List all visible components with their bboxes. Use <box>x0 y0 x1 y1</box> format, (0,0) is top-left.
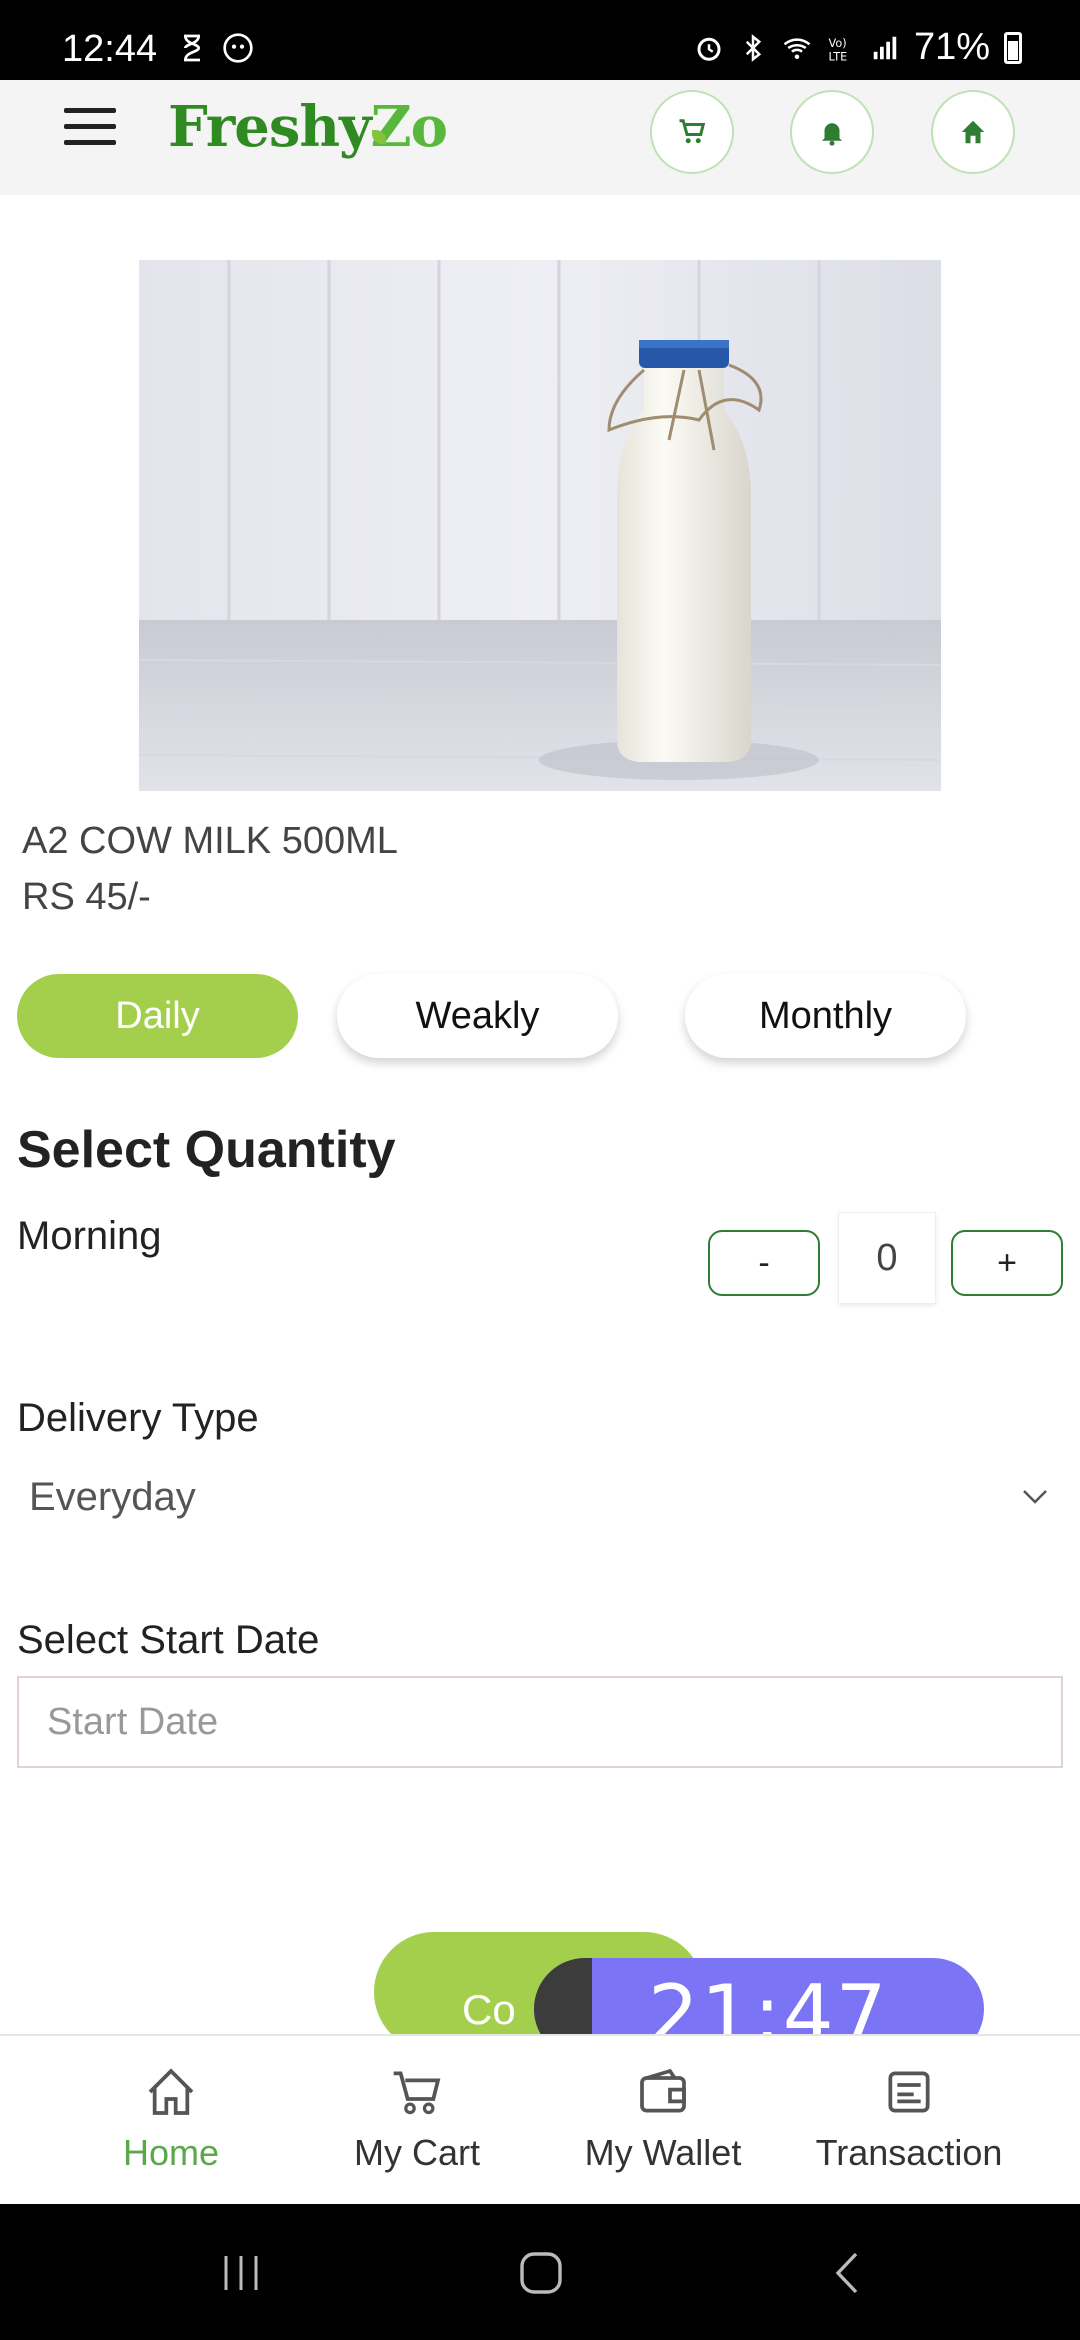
decrement-button[interactable]: - <box>708 1230 820 1296</box>
wifi-icon <box>783 37 811 59</box>
transaction-icon <box>888 2071 930 2113</box>
battery-percentage: 71% <box>913 26 990 68</box>
select-quantity-heading: Select Quantity <box>17 1121 396 1179</box>
svg-text:Vo): Vo) <box>828 36 846 49</box>
milk-bottle-image <box>139 260 941 791</box>
bell-icon <box>822 123 842 146</box>
cart-button[interactable] <box>650 90 734 174</box>
bottom-nav: Home My Cart My Wallet Transaction <box>0 2034 1080 2204</box>
status-left-icons <box>176 32 254 64</box>
cart-icon <box>679 119 706 144</box>
nav-home[interactable]: Home <box>56 2064 286 2174</box>
product-name: A2 COW MILK 500ML <box>22 820 398 862</box>
tab-daily[interactable]: Daily <box>17 974 298 1058</box>
cart-icon <box>393 2071 441 2115</box>
delivery-type-select[interactable]: Everyday <box>17 1462 1063 1532</box>
menu-icon[interactable] <box>64 108 116 148</box>
nav-my-wallet[interactable]: My Wallet <box>548 2064 778 2174</box>
nav-my-cart[interactable]: My Cart <box>302 2064 532 2174</box>
nav-my-cart-label: My Cart <box>354 2132 480 2173</box>
status-time: 12:44 <box>62 28 158 70</box>
bluetooth-icon <box>745 33 762 62</box>
app-logo: FreshyZo <box>168 94 448 160</box>
home-icon <box>961 120 985 144</box>
start-date-input[interactable] <box>17 1676 1063 1768</box>
increment-button[interactable]: + <box>951 1230 1063 1296</box>
chevron-down-icon <box>1023 1490 1047 1504</box>
app-notification-icon <box>223 33 253 63</box>
hourglass-icon <box>184 34 201 62</box>
battery-icon <box>1004 31 1022 64</box>
volte-icon: Vo)LTE <box>828 36 847 63</box>
nav-transaction-label: Transaction <box>815 2132 1003 2173</box>
tab-weekly[interactable]: Weakly <box>337 974 618 1058</box>
notifications-button[interactable] <box>790 90 874 174</box>
nav-home-label: Home <box>122 2132 220 2173</box>
tab-monthly[interactable]: Monthly <box>685 974 966 1058</box>
status-bar: 12:44 Vo) LTE 71% <box>0 0 1080 80</box>
home-system-icon[interactable] <box>518 2250 564 2296</box>
quantity-value[interactable]: 0 <box>838 1212 936 1304</box>
wallet-icon <box>640 2068 686 2113</box>
home-icon <box>148 2068 194 2115</box>
nav-transaction[interactable]: Transaction <box>794 2064 1024 2174</box>
recent-apps-icon[interactable] <box>218 2250 264 2296</box>
home-button[interactable] <box>931 90 1015 174</box>
system-nav-bar <box>0 2204 1080 2340</box>
app-header: FreshyZo <box>0 80 1080 195</box>
nav-my-wallet-label: My Wallet <box>584 2132 742 2173</box>
back-icon[interactable] <box>826 2250 872 2296</box>
svg-text:LTE: LTE <box>828 50 847 63</box>
delivery-type-value: Everyday <box>29 1474 196 1519</box>
status-right-icons: Vo) LTE 71% <box>694 26 1022 69</box>
signal-icon <box>873 36 897 59</box>
product-image <box>139 260 941 791</box>
product-price: RS 45/- <box>22 876 151 918</box>
morning-label: Morning <box>17 1214 162 1258</box>
delivery-type-label: Delivery Type <box>17 1396 259 1440</box>
start-date-label: Select Start Date <box>17 1618 320 1662</box>
alarm-icon <box>697 37 721 61</box>
